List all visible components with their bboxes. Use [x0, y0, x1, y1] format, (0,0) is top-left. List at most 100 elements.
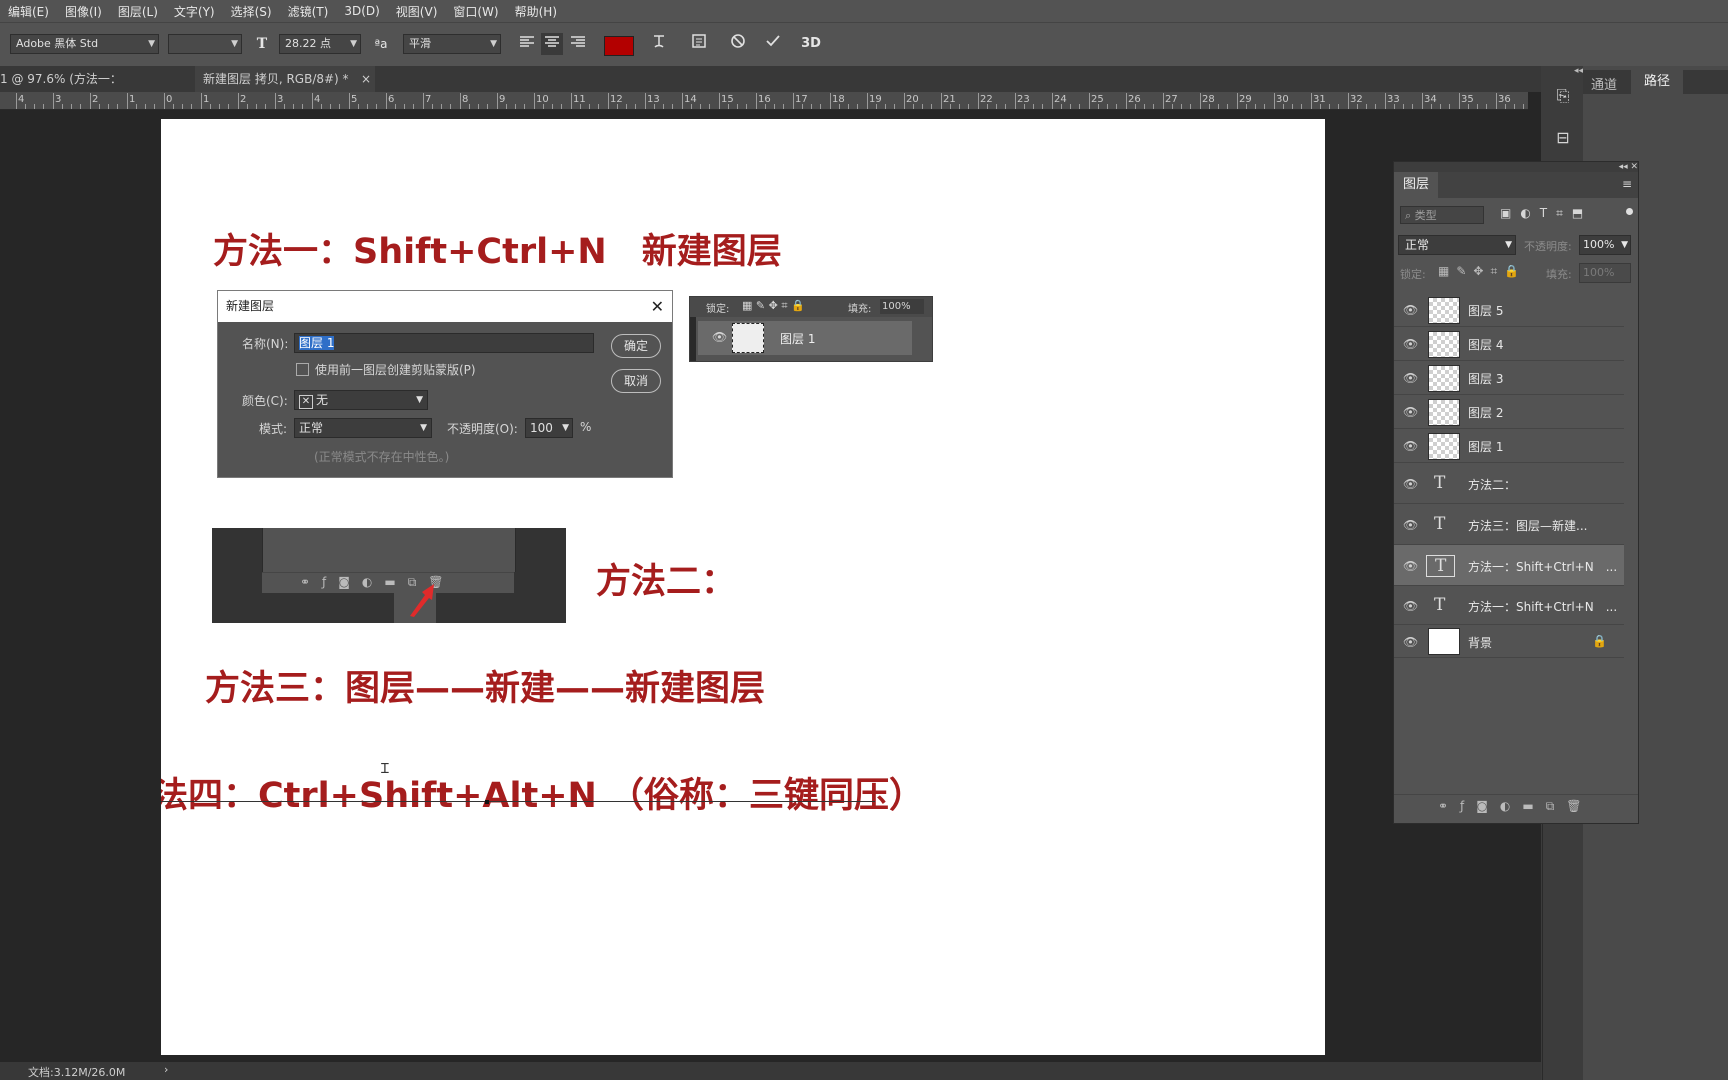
- ruler-tick: [423, 93, 424, 109]
- layer-name: 图层 3: [1468, 372, 1504, 386]
- eye-icon[interactable]: 👁: [1403, 439, 1418, 453]
- text-color-swatch[interactable]: [604, 36, 634, 56]
- eye-icon[interactable]: 👁: [1403, 405, 1418, 419]
- cancel-icon[interactable]: [727, 33, 749, 55]
- ruler-label: 2: [92, 94, 99, 105]
- close-icon[interactable]: ✕: [651, 291, 664, 322]
- layer-footer-icons[interactable]: ⚭ƒ◙◐▬⧉🗑: [1438, 799, 1594, 814]
- layer-row[interactable]: 👁 图层 1: [1394, 429, 1624, 463]
- eye-icon[interactable]: 👁: [1403, 559, 1418, 573]
- align-center-icon[interactable]: [541, 33, 563, 55]
- eye-icon[interactable]: 👁: [712, 330, 727, 344]
- filter-toggle[interactable]: [1626, 208, 1633, 215]
- warp-text-icon[interactable]: [648, 33, 670, 55]
- color-select[interactable]: ✕ 无 ▼: [294, 390, 428, 410]
- 3d-button[interactable]: 3D: [800, 33, 822, 55]
- chevron-down-icon: ▼: [420, 423, 427, 433]
- filter-icons[interactable]: ▣◐T⌗⬒: [1500, 206, 1592, 221]
- layer-row[interactable]: 👁 T 方法一：Shift+Ctrl+N ...: [1394, 545, 1624, 586]
- cancel-button[interactable]: 取消: [611, 369, 661, 393]
- eye-icon[interactable]: 👁: [1403, 371, 1418, 385]
- font-style-select[interactable]: ▼: [168, 34, 242, 54]
- ruler-tick: [1237, 93, 1238, 109]
- tab-layers[interactable]: 图层: [1394, 172, 1438, 198]
- opacity-input[interactable]: 100% ▼: [1579, 235, 1631, 255]
- layer-row[interactable]: 👁 图层 2: [1394, 395, 1624, 429]
- ruler-tick: [571, 93, 572, 109]
- horizontal-ruler: 4 3 2 1 0 1 2 3 4 5 6 7 8 9 10 11 12 13 14 15 16 17 18 19 20 21 22…: [0, 92, 1528, 110]
- menu-item[interactable]: 视图(V): [388, 3, 446, 20]
- tab-paths[interactable]: 路径: [1631, 70, 1683, 98]
- font-size-select[interactable]: 28.22 点 ▼: [279, 34, 361, 54]
- panel-menu-icon[interactable]: ≡: [1622, 177, 1632, 191]
- ruler-tick: [339, 104, 340, 109]
- menu-item[interactable]: 文字(Y): [166, 3, 223, 20]
- layer-row[interactable]: 👁 图层 5: [1394, 293, 1624, 327]
- opacity-input[interactable]: 100 ▼: [525, 418, 573, 438]
- layer-row[interactable]: 👁 图层 3: [1394, 361, 1624, 395]
- fill-input[interactable]: 100%: [1579, 263, 1631, 283]
- collapse-icon[interactable]: ◂◂: [1541, 66, 1583, 80]
- menu-item[interactable]: 滤镜(T): [280, 3, 337, 20]
- align-right-icon[interactable]: [567, 33, 589, 55]
- properties-icon[interactable]: ⊟: [1551, 128, 1575, 152]
- baseline-handle[interactable]: [485, 800, 489, 804]
- layer-row[interactable]: 👁 背景 🔒: [1394, 625, 1624, 658]
- ruler-tick: [1024, 104, 1025, 109]
- layer-row[interactable]: 👁 T 方法三：图层—新建...: [1394, 504, 1624, 545]
- layer-row-selected[interactable]: 👁 图层 1: [698, 321, 912, 355]
- layers-tab-row: 图层 ≡: [1394, 172, 1638, 198]
- ruler-tick: [1505, 104, 1506, 109]
- lock-icons[interactable]: ▦✎✥⌗🔒: [1438, 264, 1526, 279]
- filter-kind-select[interactable]: ⌕ 类型: [1400, 206, 1484, 224]
- ruler-tick: [210, 104, 211, 109]
- menu-item[interactable]: 3D(D): [336, 4, 387, 18]
- history-icon[interactable]: ⎘: [1551, 86, 1575, 110]
- tab-document-2[interactable]: 新建图层 拷贝, RGB/8#) * ×: [195, 66, 375, 92]
- ok-button[interactable]: 确定: [611, 334, 661, 358]
- tab-document-1[interactable]: 1 @ 97.6% (方法一：Shift+Ctrl+N: [0, 66, 195, 112]
- tab-channels[interactable]: 通道: [1591, 74, 1617, 93]
- eye-icon[interactable]: 👁: [1403, 518, 1418, 532]
- eye-icon[interactable]: 👁: [1403, 303, 1418, 317]
- lock-label: 锁定:: [1400, 268, 1426, 281]
- menu-item[interactable]: 帮助(H): [507, 3, 565, 20]
- menu-item[interactable]: 图像(I): [57, 3, 110, 20]
- antialias-icon: ªa: [374, 37, 388, 51]
- ruler-tick: [284, 104, 285, 109]
- blend-mode-select[interactable]: 正常 ▼: [1398, 235, 1516, 255]
- font-family-select[interactable]: Adobe 黑体 Std ▼: [10, 34, 159, 54]
- align-left-icon[interactable]: [516, 33, 538, 55]
- clip-checkbox[interactable]: [296, 363, 309, 376]
- layer-row[interactable]: 👁 图层 4: [1394, 327, 1624, 361]
- eye-icon[interactable]: 👁: [1403, 477, 1418, 491]
- mode-select[interactable]: 正常 ▼: [294, 418, 432, 438]
- menu-item[interactable]: 编辑(E): [0, 3, 57, 20]
- eye-icon[interactable]: 👁: [1403, 599, 1418, 613]
- layer-row[interactable]: 👁 T 方法一：Shift+Ctrl+N ...: [1394, 586, 1624, 625]
- menu-item[interactable]: 窗口(W): [445, 3, 506, 20]
- commit-check-icon[interactable]: [762, 33, 784, 55]
- layer-thumbnail: [1428, 628, 1460, 655]
- eye-icon[interactable]: 👁: [1403, 635, 1418, 649]
- antialias-select[interactable]: 平滑 ▼: [403, 34, 501, 54]
- status-arrow[interactable]: ›: [164, 1063, 168, 1076]
- antialias-value: 平滑: [409, 37, 431, 50]
- ruler-tick: [321, 104, 322, 109]
- fill-value[interactable]: 100%: [880, 299, 924, 314]
- ruler-tick: [1153, 104, 1154, 109]
- ruler-tick: [173, 104, 174, 109]
- text-cursor-icon: Ɪ: [381, 761, 389, 777]
- eye-icon[interactable]: 👁: [1403, 337, 1418, 351]
- layer-row[interactable]: 👁 T 方法二：: [1394, 463, 1624, 504]
- close-icon[interactable]: ×: [361, 66, 371, 92]
- ruler-tick: [968, 104, 969, 109]
- ruler-tick: [728, 104, 729, 109]
- heading-method-1: 方法一：Shift+Ctrl+N 新建图层: [213, 232, 782, 272]
- ruler-tick: [1126, 93, 1127, 109]
- menu-item[interactable]: 选择(S): [223, 3, 280, 20]
- menu-item[interactable]: 图层(L): [110, 3, 166, 20]
- ruler-tick: [1403, 104, 1404, 109]
- character-panel-icon[interactable]: [688, 33, 710, 55]
- name-input[interactable]: 图层 1: [294, 333, 594, 353]
